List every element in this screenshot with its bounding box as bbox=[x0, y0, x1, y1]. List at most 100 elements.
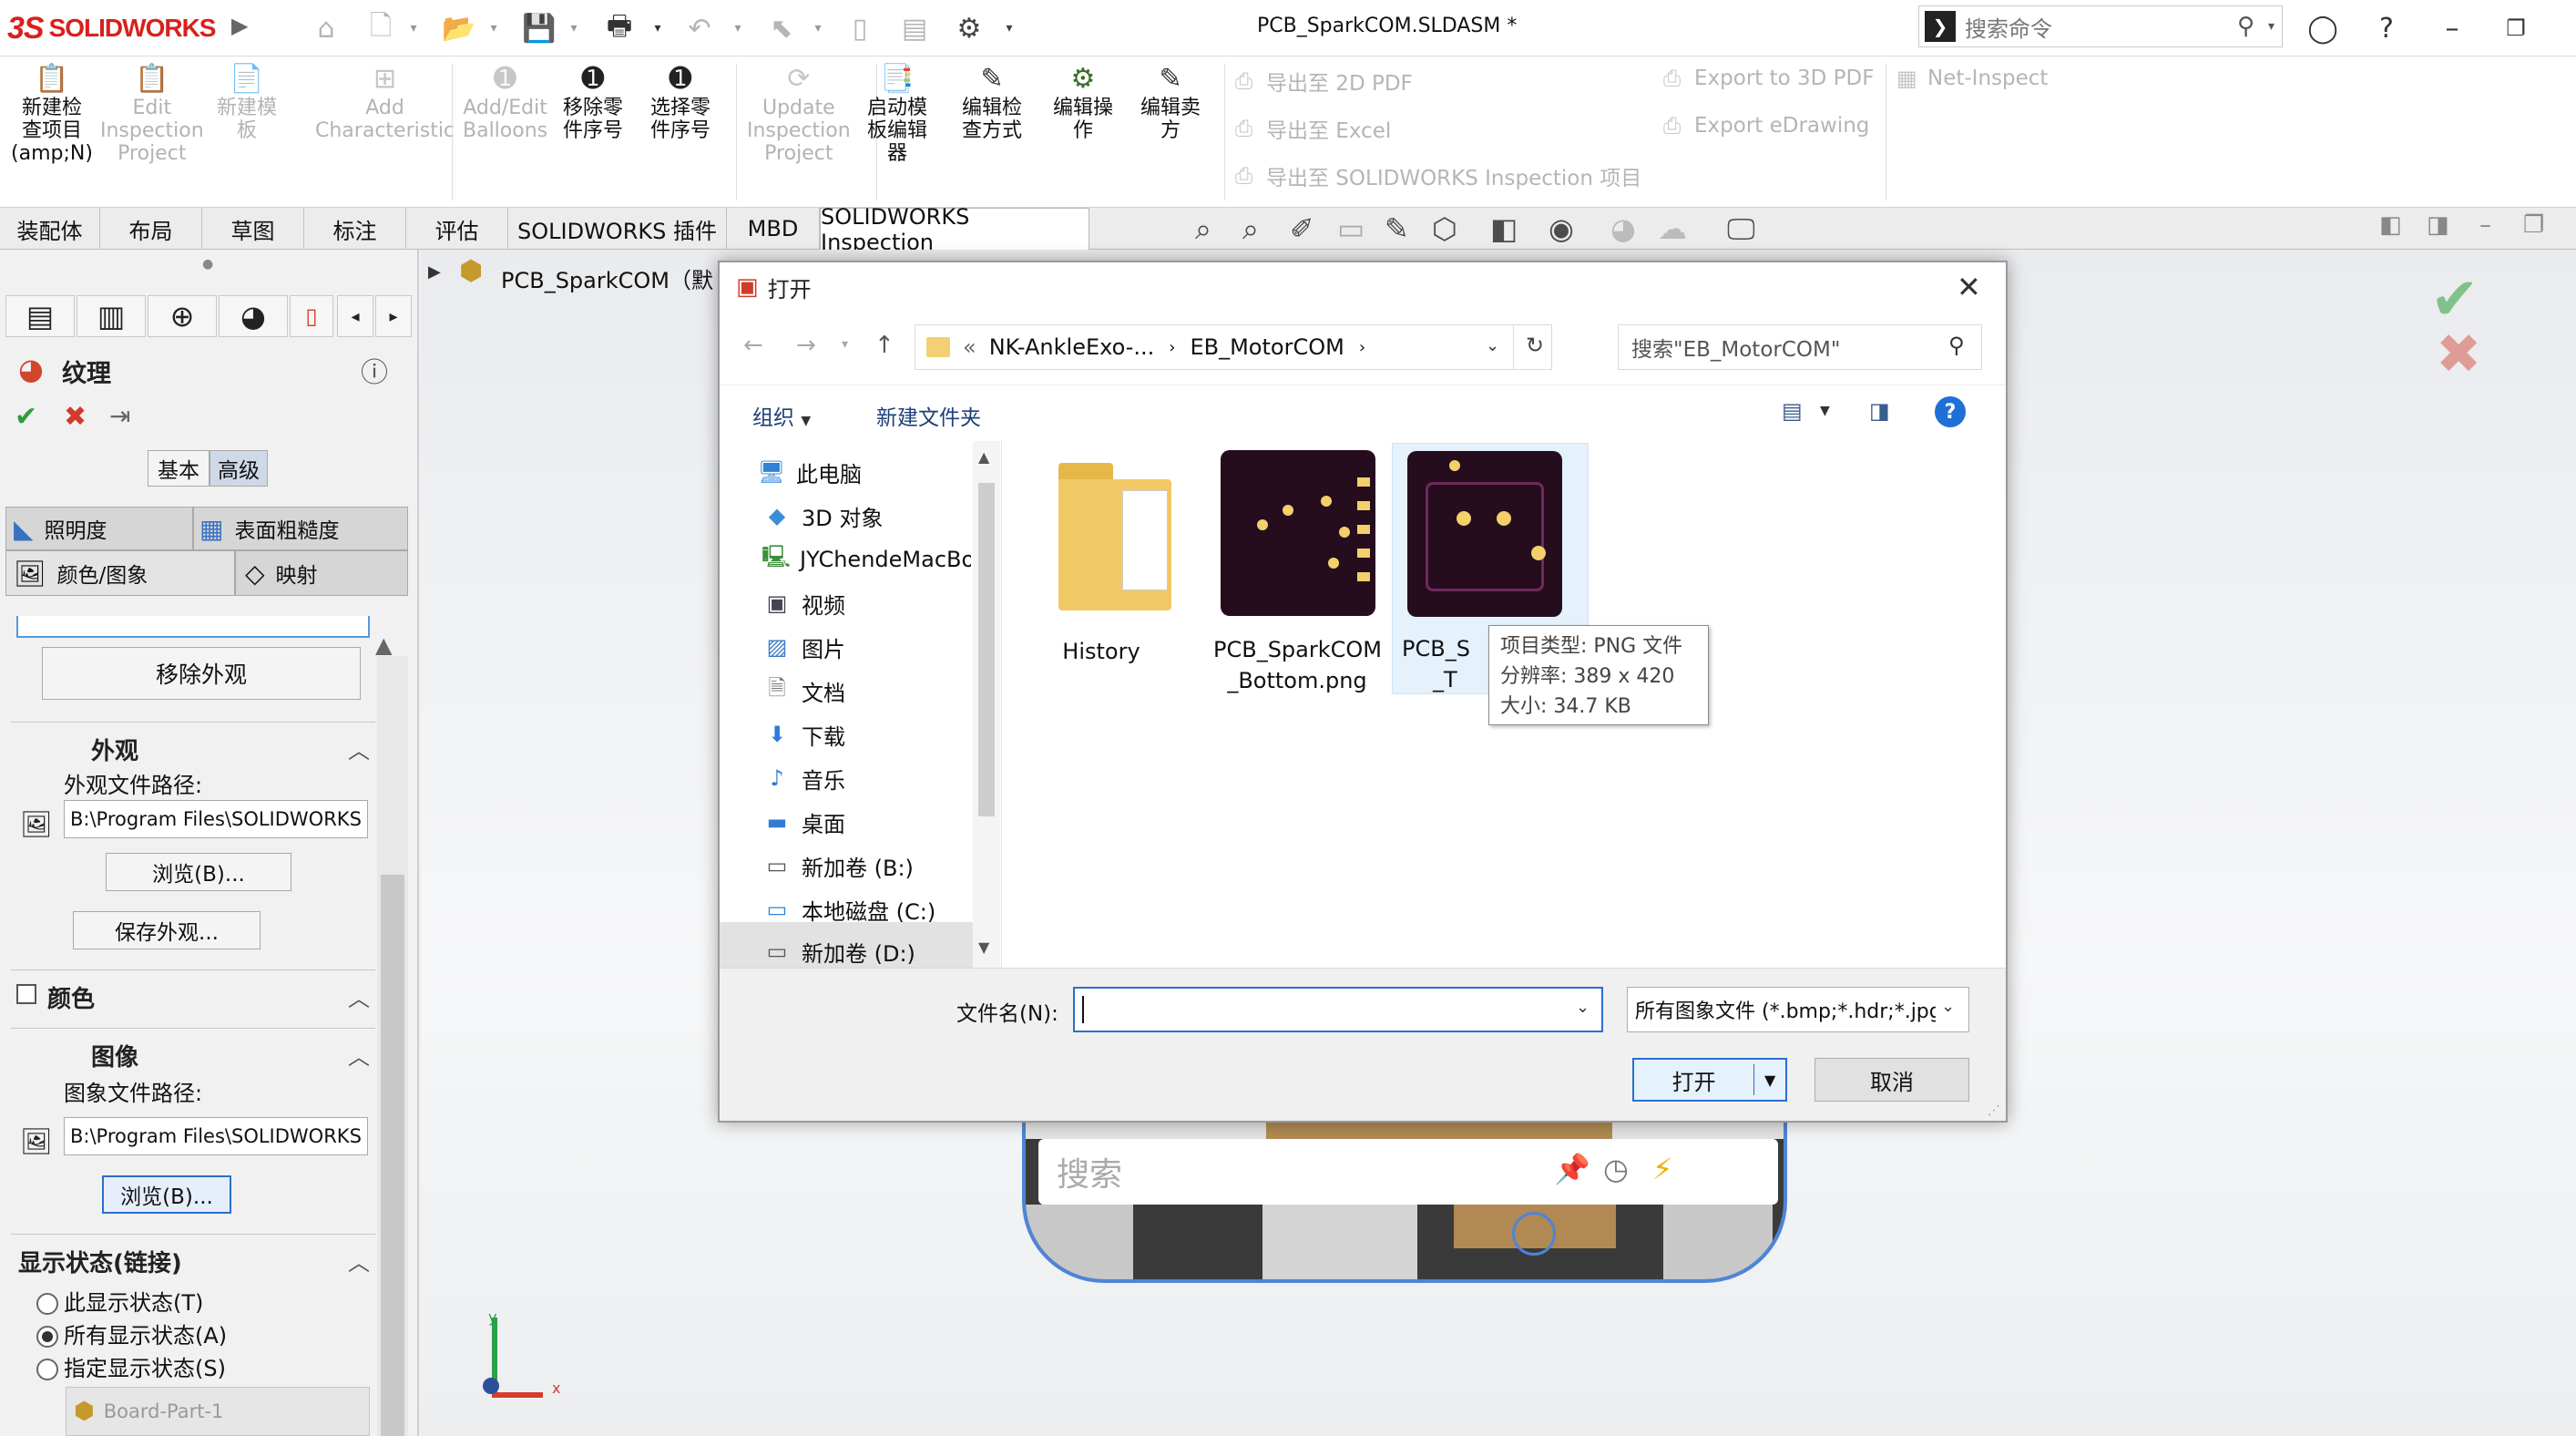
viewport-search-box[interactable]: 搜索 📌 ◷ ⚡ bbox=[1038, 1139, 1778, 1205]
edit-inspection-project-button[interactable]: 📋 Edit Inspection Project bbox=[100, 62, 204, 165]
view-minimize-icon[interactable]: – bbox=[2479, 211, 2491, 239]
help-icon[interactable]: ? bbox=[2366, 9, 2407, 47]
property-manager-tab-icon[interactable]: ▥ bbox=[77, 295, 146, 337]
feature-icon[interactable]: 📌 bbox=[1554, 1152, 1590, 1186]
viewport-search-input[interactable]: 搜索 bbox=[1057, 1148, 1122, 1195]
path-chevron-icon[interactable]: › bbox=[1359, 338, 1365, 357]
tab-mbd[interactable]: MBD bbox=[727, 208, 820, 250]
tab-markup[interactable]: 标注 bbox=[304, 208, 406, 250]
tree-item-music[interactable]: ♪ 音乐 bbox=[762, 756, 971, 800]
color-header[interactable]: 颜色 bbox=[47, 980, 95, 1014]
remove-balloon-button[interactable]: ➊ 移除零 件序号 bbox=[563, 62, 623, 142]
tree-item-documents[interactable]: 🗎 文档 bbox=[762, 669, 971, 713]
refresh-icon[interactable]: ↻ bbox=[1526, 333, 1544, 358]
color-image-subtab[interactable]: 🖼 颜色/图象 bbox=[5, 550, 235, 596]
add-edit-balloons-button[interactable]: ➊ Add/Edit Balloons bbox=[463, 62, 547, 142]
open-dropdown-icon[interactable]: ▾ bbox=[485, 11, 503, 46]
filter-dropdown-icon[interactable]: ⌄ bbox=[1941, 997, 1955, 1016]
select-dropdown-icon[interactable]: ▾ bbox=[809, 11, 827, 46]
user-account-icon[interactable]: ◯ bbox=[2303, 9, 2343, 47]
section-view-icon[interactable]: ▭ bbox=[1337, 211, 1365, 246]
search-icon[interactable]: ⚲ bbox=[1948, 333, 1965, 358]
file-properties-icon[interactable]: ▤ bbox=[896, 11, 933, 46]
template-editor-button[interactable]: 📑 启动模 板编辑 器 bbox=[867, 62, 927, 165]
export-excel-button[interactable]: ⎙ 导出至 Excel bbox=[1235, 113, 1391, 144]
new-document-icon[interactable]: 🗋 bbox=[363, 10, 399, 46]
print-dropdown-icon[interactable]: ▾ bbox=[649, 11, 667, 46]
appearance-header[interactable]: 外观 bbox=[91, 733, 138, 766]
edit-inspection-method-button[interactable]: ✎ 编辑检 查方式 bbox=[962, 62, 1022, 142]
command-search-input[interactable]: 搜索命令 bbox=[1965, 11, 2052, 43]
tree-item-drive-c[interactable]: ▭ 本地磁盘 (C:) bbox=[762, 887, 971, 931]
tree-item-network-pc[interactable]: 🖳JYChendeMacBook bbox=[762, 538, 971, 581]
cancel-x-icon[interactable]: ✖ bbox=[64, 401, 87, 433]
tab-evaluate[interactable]: 评估 bbox=[406, 208, 508, 250]
add-characteristic-button[interactable]: ⊞ Add Characteristic bbox=[315, 62, 455, 142]
export-3d-pdf-button[interactable]: ⎙ Export to 3D PDF bbox=[1663, 66, 1874, 91]
open-button[interactable]: 打开 ▼ bbox=[1632, 1058, 1787, 1102]
select-cursor-icon[interactable]: ⬉ bbox=[763, 11, 800, 46]
address-dropdown-icon[interactable]: ⌄ bbox=[1486, 336, 1499, 355]
new-inspection-project-button[interactable]: 📋 新建检 查项目 (amp;N) bbox=[11, 62, 93, 165]
dialog-search-input[interactable]: 搜索"EB_MotorCOM" bbox=[1631, 332, 1840, 363]
tab-solidworks-addins[interactable]: SOLIDWORKS 插件 bbox=[508, 208, 727, 250]
address-bar[interactable]: « NK-AnkleExo-... › EB_MotorCOM › ⌄ ↻ bbox=[915, 324, 1552, 370]
mode-basic-button[interactable]: 基本 bbox=[148, 450, 210, 487]
edit-appearance-icon[interactable]: ◕ bbox=[1610, 211, 1636, 246]
tree-scrollbar-thumb[interactable] bbox=[978, 483, 995, 816]
print-icon[interactable]: 🖶 bbox=[601, 10, 638, 46]
rebuild-icon[interactable]: ▯ bbox=[842, 11, 878, 46]
ok-check-icon[interactable]: ✔ bbox=[15, 401, 37, 433]
solidworks-logo[interactable]: 3S SOLIDWORKS bbox=[7, 9, 216, 47]
appearance-preview[interactable] bbox=[16, 616, 370, 638]
edit-vendor-button[interactable]: ✎ 编辑卖 方 bbox=[1140, 62, 1201, 142]
panel-left-icon[interactable]: ◧ bbox=[2379, 211, 2402, 239]
options-gear-icon[interactable]: ⚙ bbox=[951, 11, 987, 46]
file-type-filter[interactable]: 所有图象文件 (*.bmp;*.hdr;*.jpg;*.png) ⌄ bbox=[1627, 987, 1969, 1032]
lightning-icon[interactable]: ⚡ bbox=[1652, 1152, 1672, 1186]
organize-menu[interactable]: 组织 ▼ bbox=[752, 400, 811, 431]
color-checkbox[interactable] bbox=[16, 984, 36, 1004]
undo-icon[interactable]: ↶ bbox=[681, 11, 718, 46]
resize-grip-icon[interactable]: ⋰ bbox=[1988, 1103, 2000, 1118]
lighting-subtab[interactable]: ◣ 照明度 bbox=[5, 507, 193, 550]
tree-scroll-up-icon[interactable]: ▲ bbox=[978, 448, 989, 466]
file-item-history[interactable]: History bbox=[1020, 450, 1182, 696]
radio-all-states[interactable]: 所有显示状态(A) bbox=[36, 1318, 227, 1349]
tab-assembly[interactable]: 装配体 bbox=[0, 208, 100, 250]
tree-item-this-pc[interactable]: 🖥 此电脑 bbox=[756, 450, 966, 494]
new-folder-button[interactable]: 新建文件夹 bbox=[876, 400, 981, 431]
collapse-image-icon[interactable]: ︿ bbox=[348, 1039, 370, 1071]
feature-tree-tab-icon[interactable]: ▤ bbox=[5, 295, 75, 337]
tree-expand-icon[interactable]: ▶ bbox=[428, 262, 441, 282]
appearance-tab-icon[interactable]: ◕ bbox=[219, 295, 288, 337]
tree-item-downloads[interactable]: ⬇ 下载 bbox=[762, 713, 971, 756]
cancel-button[interactable]: 取消 bbox=[1814, 1058, 1969, 1102]
apply-scene-icon[interactable]: ☁ bbox=[1658, 211, 1687, 246]
radio-circle[interactable] bbox=[36, 1293, 58, 1315]
back-arrow-icon[interactable]: ← bbox=[743, 332, 763, 359]
tab-solidworks-inspection[interactable]: SOLIDWORKS Inspection bbox=[820, 204, 1089, 255]
dialog-search-box[interactable]: 搜索"EB_MotorCOM" ⚲ bbox=[1618, 324, 1982, 370]
filename-input[interactable]: ⌄ bbox=[1073, 987, 1603, 1032]
tree-item-drive-d[interactable]: ▭ 新加卷 (D:) bbox=[762, 929, 971, 973]
tree-item-3d-objects[interactable]: ◆ 3D 对象 bbox=[762, 494, 971, 538]
search-icon[interactable]: ⚲ bbox=[2237, 13, 2254, 40]
display-style-icon[interactable]: ◧ bbox=[1490, 211, 1518, 246]
export-2d-pdf-button[interactable]: ⎙ 导出至 2D PDF bbox=[1235, 66, 1413, 97]
display-manager-tab-icon[interactable]: ▯ bbox=[290, 295, 333, 337]
dialog-help-icon[interactable]: ? bbox=[1935, 396, 1966, 427]
update-inspection-project-button[interactable]: ⟳ Update Inspection Project bbox=[747, 62, 851, 165]
collapse-color-icon[interactable]: ︿ bbox=[348, 980, 370, 1012]
previous-view-icon[interactable]: ✐ bbox=[1290, 211, 1314, 246]
dialog-close-icon[interactable]: ✕ bbox=[1957, 270, 1981, 304]
undo-dropdown-icon[interactable]: ▾ bbox=[729, 11, 747, 46]
options-dropdown-icon[interactable]: ▾ bbox=[1000, 11, 1018, 46]
command-search[interactable]: ❯ 搜索命令 ⚲ ▾ bbox=[1918, 5, 2283, 47]
collapse-appearance-icon[interactable]: ︿ bbox=[348, 733, 370, 764]
filename-dropdown-icon[interactable]: ⌄ bbox=[1576, 998, 1590, 1017]
radio-specified-state[interactable]: 指定显示状态(S) bbox=[36, 1350, 226, 1382]
forward-arrow-icon[interactable]: → bbox=[796, 332, 816, 359]
tab-scroll-left-icon[interactable]: ◂ bbox=[337, 295, 373, 337]
mapping-subtab[interactable]: ◇ 映射 bbox=[235, 550, 408, 596]
